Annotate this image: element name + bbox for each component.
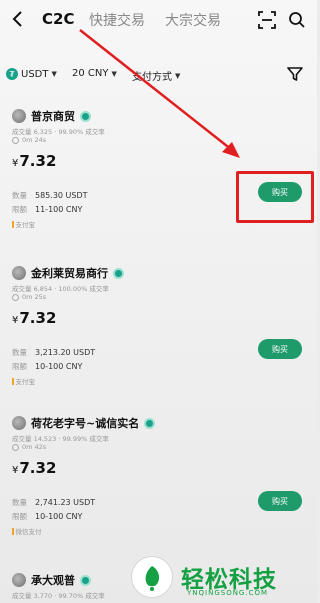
filter-bar: ₮ USDT ▼ 20 CNY ▼ 支付方式 ▼ — [0, 62, 317, 92]
limit-label: 限额 — [12, 205, 27, 214]
watermark-url: YNQINGSONG.COM — [187, 589, 269, 597]
amount-label: 20 CNY — [72, 68, 109, 79]
verified-badge-icon — [144, 417, 156, 429]
chevron-down-icon: ▼ — [51, 70, 57, 78]
merchant-header[interactable]: 金利莱贸易商行 — [12, 265, 124, 281]
merchant-stats: 成交量 6,325 · 99.90% 成交率 — [12, 128, 105, 136]
quantity-label: 数量 — [12, 348, 27, 357]
quantity-row: 数量 585.30 USDT — [12, 190, 88, 201]
payment-method-value: 支付宝 — [15, 221, 36, 229]
back-arrow-icon[interactable] — [8, 8, 28, 30]
annotation-highlight-box — [236, 171, 314, 223]
scan-icon[interactable] — [256, 9, 278, 31]
payment-method-label: 支付方式 — [132, 72, 172, 83]
clock-icon — [12, 136, 19, 144]
price: ¥7.32 — [12, 459, 56, 477]
release-time: 0m 25s — [12, 293, 46, 301]
limit-value: 11-100 CNY — [35, 205, 83, 214]
release-time: 0m 42s — [12, 443, 46, 451]
merchant-header[interactable]: 普京商贸 — [12, 108, 91, 124]
price: ¥7.32 — [12, 152, 56, 170]
quantity-label: 数量 — [12, 191, 27, 200]
release-time: 0m 24s — [12, 136, 46, 144]
funnel-filter-icon[interactable] — [287, 66, 305, 84]
currency-symbol: ¥ — [12, 465, 19, 476]
price: ¥7.32 — [12, 309, 56, 327]
payment-method: 支付宝 — [12, 219, 35, 229]
quantity-value: 2,741.23 USDT — [35, 498, 96, 507]
quantity-row: 数量 3,213.20 USDT — [12, 347, 95, 358]
clock-icon — [12, 293, 19, 301]
quantity-value: 3,213.20 USDT — [35, 348, 96, 357]
amount-filter[interactable]: 20 CNY ▼ — [72, 68, 117, 79]
merchant-header[interactable]: 荷花老字号~诚信实名 — [12, 415, 156, 431]
limit-label: 限额 — [12, 512, 27, 521]
avatar — [12, 573, 26, 587]
tab-block-trade[interactable]: 大宗交易 — [165, 10, 221, 30]
merchant-stats: 成交量 6,854 · 100.00% 成交率 — [12, 285, 109, 293]
price-value: 7.32 — [19, 152, 57, 170]
merchant-stats: 成交量 14,523 · 99.99% 成交率 — [12, 435, 109, 443]
limit-row: 限额 11-100 CNY — [12, 204, 82, 215]
limit-row: 限额 10-100 CNY — [12, 511, 82, 522]
limit-label: 限额 — [12, 362, 27, 371]
payment-method-value: 微信支付 — [15, 528, 42, 536]
limit-value: 10-100 CNY — [35, 362, 83, 371]
buy-button[interactable]: 购买 — [258, 339, 302, 359]
price-value: 7.32 — [19, 459, 57, 477]
buy-button[interactable]: 购买 — [258, 491, 302, 511]
currency-symbol: ¥ — [12, 158, 19, 169]
payment-marker-icon — [12, 220, 14, 228]
top-nav-bar: C2C 快捷交易 大宗交易 — [0, 0, 317, 44]
limit-value: 10-100 CNY — [35, 512, 83, 521]
chevron-down-icon: ▼ — [111, 69, 117, 78]
payment-method: 支付宝 — [12, 376, 35, 386]
payment-method-filter[interactable]: 支付方式 ▼ — [132, 68, 181, 84]
merchant-name: 承大观普 — [31, 574, 75, 587]
chevron-down-icon: ▼ — [175, 71, 181, 80]
verified-badge-icon — [80, 574, 91, 586]
listing-card: 荷花老字号~诚信实名 成交量 14,523 · 99.99% 成交率 0m 42… — [0, 415, 317, 555]
release-time-value: 0m 42s — [22, 443, 47, 451]
merchant-stats: 成交量 3,770 · 99.70% 成交率 — [12, 592, 105, 600]
clock-icon — [12, 443, 19, 451]
quantity-row: 数量 2,741.23 USDT — [12, 497, 95, 508]
payment-marker-icon — [12, 377, 14, 385]
limit-row: 限额 10-100 CNY — [12, 361, 82, 372]
payment-marker-icon — [12, 527, 14, 535]
merchant-name: 荷花老字号~诚信实名 — [31, 417, 140, 430]
quantity-label: 数量 — [12, 498, 27, 507]
avatar — [12, 416, 26, 430]
currency-symbol: ¥ — [12, 315, 19, 326]
currency-label: USDT — [21, 68, 49, 80]
merchant-name: 金利莱贸易商行 — [31, 267, 108, 280]
release-time-value: 0m 24s — [22, 136, 47, 144]
verified-badge-icon — [80, 110, 91, 122]
avatar — [12, 266, 26, 280]
usdt-coin-icon: ₮ — [6, 68, 18, 80]
currency-filter[interactable]: ₮ USDT ▼ — [6, 68, 57, 80]
tab-quick-trade[interactable]: 快捷交易 — [89, 10, 145, 30]
release-time-value: 0m 25s — [22, 293, 47, 301]
verified-badge-icon — [113, 267, 124, 279]
watermark-logo-icon — [131, 556, 173, 598]
merchant-name: 普京商贸 — [31, 110, 75, 123]
merchant-header[interactable]: 承大观普 — [12, 572, 91, 588]
listing-card: 金利莱贸易商行 成交量 6,854 · 100.00% 成交率 0m 25s ¥… — [0, 265, 317, 405]
p2p-trading-screen: C2C 快捷交易 大宗交易 ₮ USDT ▼ 20 CNY ▼ 支付方式 ▼ 普… — [0, 0, 317, 603]
payment-method: 微信支付 — [12, 526, 42, 536]
avatar — [12, 109, 26, 123]
search-icon[interactable] — [286, 9, 308, 31]
tab-c2c[interactable]: C2C — [42, 10, 74, 28]
payment-method-value: 支付宝 — [15, 378, 36, 386]
price-value: 7.32 — [19, 309, 57, 327]
quantity-value: 585.30 USDT — [35, 191, 88, 200]
